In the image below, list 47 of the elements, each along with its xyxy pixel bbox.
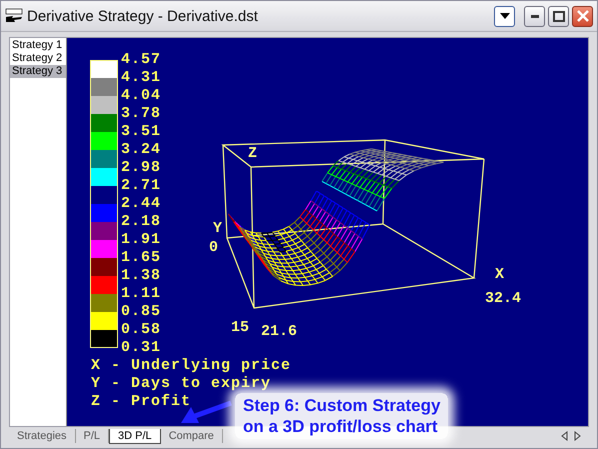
tab[interactable]: Compare	[160, 429, 223, 443]
minimize-button[interactable]	[524, 6, 545, 26]
window-title: Derivative Strategy - Derivative.dst	[27, 8, 258, 24]
tab[interactable]: Strategies	[9, 429, 76, 443]
strategy-item[interactable]: Strategy 3	[10, 65, 66, 78]
caret-icon	[500, 13, 510, 19]
close-icon	[576, 10, 588, 22]
legend-value: 2.98	[121, 159, 162, 177]
callout-text: on a 3D profit/loss chart	[243, 416, 439, 437]
legend-value: 2.44	[121, 195, 162, 213]
legend-value: 4.31	[121, 69, 162, 87]
tick-label: 15	[231, 319, 250, 336]
tick-label: 0	[209, 239, 218, 256]
axis-note: Y - Days to expiry	[91, 375, 272, 393]
app-logo-icon	[5, 8, 23, 24]
dropdown-button[interactable]	[494, 6, 515, 26]
legend-value: 0.85	[121, 303, 162, 321]
scroll-left-icon[interactable]	[561, 431, 568, 441]
legend-value: 3.51	[121, 123, 162, 141]
axis-note: X - Underlying price	[91, 357, 292, 375]
axis-note: Z - Profit	[91, 393, 192, 411]
tab[interactable]: 3D P/L	[109, 428, 161, 444]
legend-value: 4.57	[121, 51, 162, 69]
legend-value: 1.65	[121, 249, 162, 267]
legend-value: 3.78	[121, 105, 162, 123]
scroll-right-icon[interactable]	[574, 431, 581, 441]
strategy-item[interactable]: Strategy 2	[10, 52, 66, 65]
callout-text: Step 6: Custom Strategy	[243, 395, 440, 416]
minimize-icon	[530, 14, 538, 18]
maximize-icon	[552, 10, 564, 22]
legend-value: 4.04	[121, 87, 162, 105]
legend-value: 3.24	[121, 141, 162, 159]
legend-value: 2.71	[121, 177, 162, 195]
axis-label: Z	[248, 145, 258, 162]
legend-value: 0.58	[121, 321, 162, 339]
axis-label: X	[495, 266, 504, 283]
tick-label: 32.4	[485, 290, 522, 307]
axis-label: Y	[213, 220, 222, 237]
legend-value: 1.38	[121, 267, 162, 285]
close-button[interactable]	[572, 6, 593, 26]
legend-value: 0.31	[121, 339, 162, 357]
strategy-item[interactable]: Strategy 1	[10, 39, 66, 52]
legend-value: 1.91	[121, 231, 162, 249]
tick-label: 21.6	[261, 323, 298, 340]
legend-value: 2.18	[121, 213, 162, 231]
legend-value: 1.11	[121, 285, 162, 303]
maximize-button[interactable]	[548, 6, 569, 26]
